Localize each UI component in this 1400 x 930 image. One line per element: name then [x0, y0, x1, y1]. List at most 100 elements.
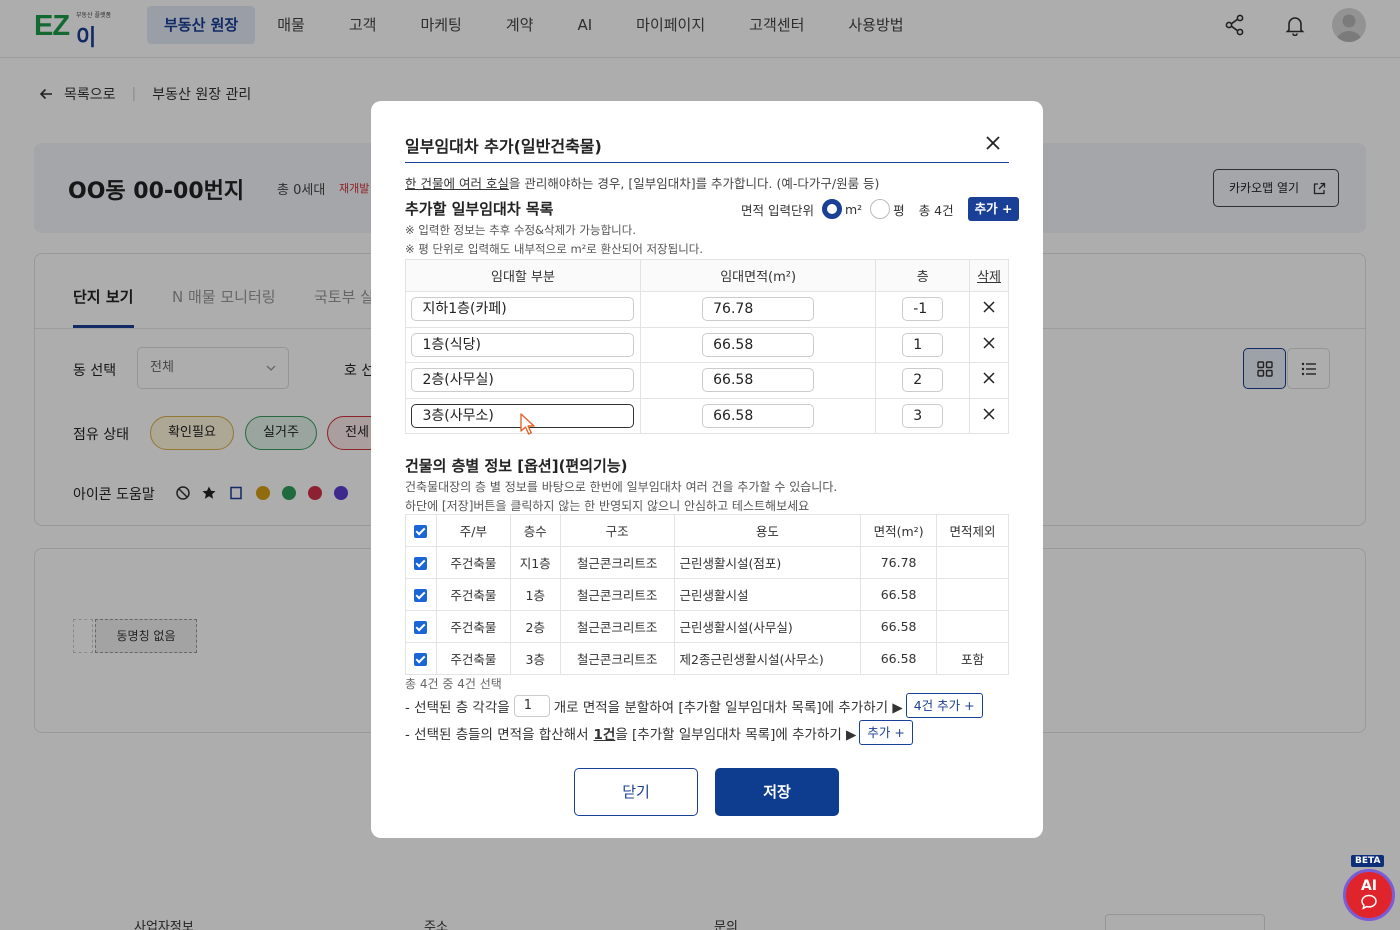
- lease-list-header: 임대할 부분 임대면적(m²) 층 삭제: [405, 259, 1009, 292]
- title-divider: [405, 162, 1009, 163]
- list-section-title: 추가할 일부임대차 목록: [405, 200, 554, 218]
- note-unit: ※ 평 단위로 입력해도 내부적으로 m²로 환산되어 저장됩니다.: [405, 242, 704, 256]
- floor-input[interactable]: 3: [902, 403, 944, 428]
- cell-area: 66.58: [860, 578, 938, 611]
- delete-row-icon[interactable]: [982, 300, 996, 314]
- table-row: 주건축물 3층 철근콘크리트조 제2종근린생활시설(사무소) 66.58 포함: [405, 642, 1009, 675]
- unit-py-label: 평: [893, 202, 905, 218]
- close-button[interactable]: 닫기: [574, 768, 698, 816]
- col-main-sub: 주/부: [435, 514, 511, 547]
- partial-lease-modal: 일부임대차 추가(일반건축물) 한 건물에 여러 호실을 관리해야하는 경우, …: [371, 101, 1043, 838]
- col-area: 임대면적(m²): [639, 259, 877, 292]
- delete-row-icon[interactable]: [982, 371, 996, 385]
- part-input[interactable]: 2층(사무실): [411, 368, 635, 393]
- cell-exclude: [936, 546, 1009, 579]
- close-icon[interactable]: [983, 133, 1003, 153]
- floor-info-table: 주/부 층수 구조 용도 면적(m²) 면적제외 주건축물 지1층 철근콘크리트…: [405, 514, 1009, 675]
- area-input[interactable]: 66.58: [702, 368, 815, 393]
- selection-summary: 총 4건 중 4건 선택: [405, 677, 502, 691]
- merge-count: 1건: [593, 726, 616, 743]
- cell-type: 주건축물: [435, 578, 511, 611]
- row-checkbox[interactable]: [414, 589, 428, 602]
- cell-structure: 철근콘크리트조: [559, 642, 675, 675]
- cell-structure: 철근콘크리트조: [559, 546, 675, 579]
- select-all-cell: [405, 514, 437, 547]
- row-checkbox[interactable]: [414, 653, 428, 666]
- floor-input[interactable]: -1: [902, 297, 944, 322]
- cell-area: 76.78: [860, 546, 938, 579]
- delete-row-icon[interactable]: [982, 336, 996, 350]
- floor-section-title: 건물의 층별 정보 [옵션](편의기능): [405, 457, 628, 475]
- cell-use: 근린생활시설: [673, 578, 862, 611]
- floor-table-header: 주/부 층수 구조 용도 면적(m²) 면적제외: [405, 514, 1009, 547]
- split-count-input[interactable]: 1: [513, 694, 550, 717]
- desc-rest: 을 관리해야하는 경우, [일부임대차]를 추가합니다. (예-다가구/원룸 등…: [508, 176, 880, 191]
- add-split-button[interactable]: 4건 추가 +: [905, 693, 983, 718]
- unit-label: 면적 입력단위: [741, 202, 814, 218]
- floor-input[interactable]: 1: [902, 332, 944, 357]
- table-row: 1층(식당) 66.58 1: [405, 326, 1009, 363]
- col-structure: 구조: [559, 514, 675, 547]
- note-edit: ※ 입력한 정보는 추후 수정&삭제가 가능합니다.: [405, 223, 636, 237]
- unit-m2-radio[interactable]: [821, 199, 842, 219]
- row-checkbox[interactable]: [414, 621, 428, 634]
- delete-row-icon[interactable]: [982, 407, 996, 421]
- cell-floor: 3층: [509, 642, 561, 675]
- col-delete[interactable]: 삭제: [969, 259, 1009, 292]
- col-floor-area: 면적(m²): [860, 514, 938, 547]
- modal-description: 한 건물에 여러 호실을 관리해야하는 경우, [일부임대차]를 추가합니다. …: [405, 173, 879, 192]
- floor-desc-1: 건축물대장의 층 별 정보를 바탕으로 한번에 일부임대차 여러 건을 추가할 …: [405, 480, 838, 494]
- cell-type: 주건축물: [435, 610, 511, 643]
- col-exclude: 면적제외: [936, 514, 1009, 547]
- split-action-row: - 선택된 층 각각을 1 개로 면적을 분할하여 [추가할 일부임대차 목록]…: [405, 693, 983, 718]
- cell-use: 제2종근린생활시설(사무소): [673, 642, 862, 675]
- merge-action-row: - 선택된 층들의 면적을 합산해서 1건 을 [추가할 일부임대차 목록]에 …: [405, 720, 913, 745]
- part-input[interactable]: 지하1층(카페): [411, 297, 635, 322]
- area-input[interactable]: 66.58: [702, 332, 815, 357]
- unit-m2-label: m²: [844, 201, 863, 217]
- save-button[interactable]: 저장: [715, 768, 839, 816]
- ai-label: AI: [1360, 878, 1378, 894]
- cell-type: 주건축물: [435, 546, 511, 579]
- cell-floor: 2층: [509, 610, 561, 643]
- cell-use: 근린생활시설(사무실): [673, 610, 862, 643]
- split-action-post: 개로 면적을 분할하여 [추가할 일부임대차 목록]에 추가하기 ▶: [553, 699, 903, 716]
- unit-selector: 면적 입력단위 m² 평 총 4건 추가 +: [741, 197, 1020, 221]
- table-row: 3층(사무소) 66.58 3: [405, 397, 1009, 434]
- table-row: 2층(사무실) 66.58 2: [405, 362, 1009, 399]
- table-row: 주건축물 1층 철근콘크리트조 근린생활시설 66.58: [405, 578, 1009, 611]
- beta-badge: BETA: [1351, 855, 1385, 867]
- merge-action-post: 을 [추가할 일부임대차 목록]에 추가하기 ▶: [615, 726, 857, 743]
- area-input[interactable]: 66.58: [702, 403, 815, 428]
- desc-highlight: 한 건물에 여러 호실: [405, 176, 509, 191]
- add-merge-button[interactable]: 추가 +: [859, 720, 913, 745]
- floor-input[interactable]: 2: [902, 368, 944, 393]
- col-use: 용도: [673, 514, 862, 547]
- cell-area: 66.58: [860, 642, 938, 675]
- part-input[interactable]: 1층(식당): [411, 332, 635, 357]
- merge-action-pre: - 선택된 층들의 면적을 합산해서: [405, 726, 589, 743]
- list-total: 총 4건: [918, 202, 954, 218]
- table-row: 지하1층(카페) 76.78 -1: [405, 291, 1009, 328]
- row-checkbox[interactable]: [414, 557, 428, 570]
- lease-list-table: 임대할 부분 임대면적(m²) 층 삭제 지하1층(카페) 76.78 -1 1…: [405, 259, 1009, 434]
- floor-desc-2: 하단에 [저장]버튼을 클릭하지 않는 한 반영되지 않으니 안심하고 테스트해…: [405, 499, 810, 513]
- col-floor: 층: [875, 259, 971, 292]
- cell-exclude: 포함: [936, 642, 1009, 675]
- table-row: 주건축물 2층 철근콘크리트조 근린생활시설(사무실) 66.58: [405, 610, 1009, 643]
- table-row: 주건축물 지1층 철근콘크리트조 근린생활시설(점포) 76.78: [405, 546, 1009, 579]
- unit-py-radio[interactable]: [870, 199, 891, 219]
- cell-use: 근린생활시설(점포): [673, 546, 862, 579]
- cell-exclude: [936, 610, 1009, 643]
- mouse-cursor-icon: [520, 413, 535, 435]
- select-all-checkbox[interactable]: [414, 525, 428, 538]
- cell-floor: 1층: [509, 578, 561, 611]
- split-action-pre: - 선택된 층 각각을: [405, 699, 510, 716]
- cell-structure: 철근콘크리트조: [559, 578, 675, 611]
- cell-structure: 철근콘크리트조: [559, 610, 675, 643]
- ai-assistant-button[interactable]: AI: [1343, 869, 1395, 921]
- cell-exclude: [936, 578, 1009, 611]
- chat-icon: [1361, 894, 1377, 910]
- add-lease-button[interactable]: 추가 +: [967, 197, 1020, 221]
- area-input[interactable]: 76.78: [702, 297, 815, 322]
